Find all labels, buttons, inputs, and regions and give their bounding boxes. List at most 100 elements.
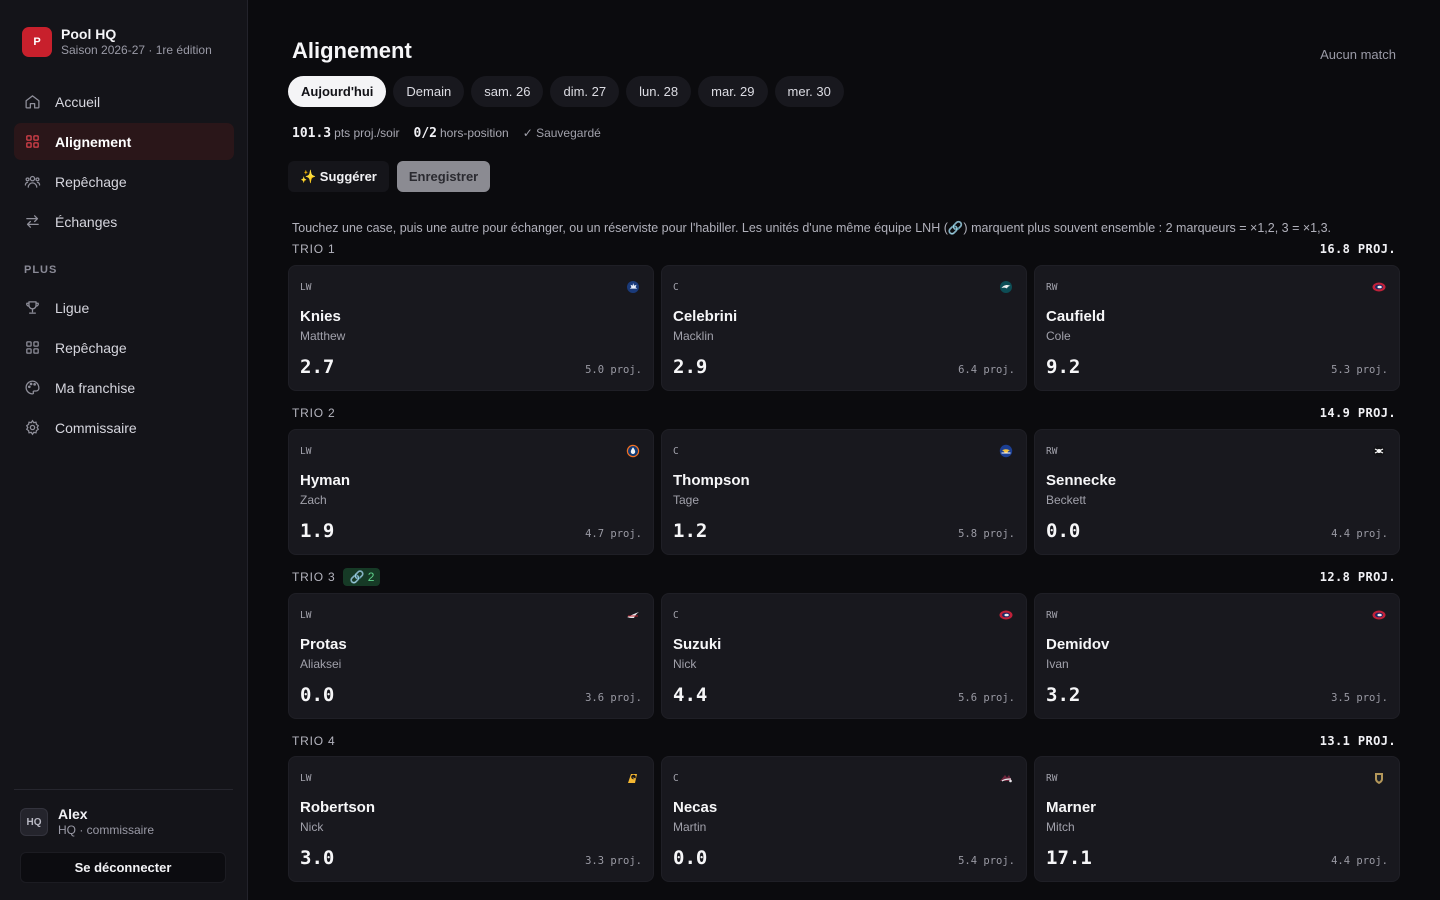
suggest-button[interactable]: ✨ Suggérer <box>288 161 389 192</box>
player-first-name: Martin <box>673 820 707 834</box>
grid-icon <box>26 341 39 354</box>
player-slot-card[interactable]: RW Demidov Ivan 3.2 3.5 proj. <box>1034 593 1400 719</box>
player-slot-card[interactable]: LW Robertson Nick 3.0 3.3 proj. <box>288 756 654 882</box>
nav-item-label: Repêchage <box>55 173 127 190</box>
player-projection: 4.4 proj. <box>1331 855 1388 867</box>
nav-item-label: Ma franchise <box>55 379 136 396</box>
player-points: 0.0 <box>300 684 335 706</box>
instructions-text: Touchez une case, puis une autre pour éc… <box>292 221 1332 235</box>
sidebar: P Pool HQ Saison 2026-27 · 1re édition A… <box>0 0 248 900</box>
tab-mer-30[interactable]: mer. 30 <box>774 76 844 107</box>
user-role: HQ · commissaire <box>58 823 155 837</box>
projected-points-value: 101.3 <box>292 126 332 141</box>
player-last-name: Celebrini <box>673 308 738 325</box>
nav-item-commissaire[interactable]: Commissaire <box>14 409 234 446</box>
player-slot-card[interactable]: C Celebrini Macklin 2.9 6.4 proj. <box>661 265 1027 391</box>
player-first-name: Aliaksei <box>300 657 342 671</box>
line-header: TRIO 3 🔗 2 12.8 PROJ. <box>292 568 1396 586</box>
sabres-logo-icon <box>999 444 1013 458</box>
nav-section-label: PLUS <box>24 264 58 276</box>
line-projection: 14.9 PROJ. <box>1319 406 1396 420</box>
tab-aujourdhui[interactable]: Aujourd'hui <box>288 76 387 107</box>
player-last-name: Necas <box>673 799 718 816</box>
nav-item-repechage[interactable]: Repêchage <box>14 163 234 200</box>
ducks-logo-icon <box>1373 445 1385 457</box>
tab-sam-26[interactable]: sam. 26 <box>471 76 544 107</box>
position-label: LW <box>300 446 312 457</box>
player-points: 3.2 <box>1046 684 1081 706</box>
trophy-icon <box>26 301 39 314</box>
nav-item-label: Commissaire <box>55 419 137 436</box>
nav-item-repechage-2[interactable]: Repêchage <box>14 329 234 366</box>
player-first-name: Zach <box>300 493 327 507</box>
off-position-value: 0/2 <box>413 126 437 141</box>
player-last-name: Hyman <box>300 472 351 489</box>
player-last-name: Knies <box>300 308 341 325</box>
player-first-name: Tage <box>673 493 700 507</box>
player-slot-card[interactable]: RW Marner Mitch 17.1 4.4 proj. <box>1034 756 1400 882</box>
tab-mar-29[interactable]: mar. 29 <box>698 76 768 107</box>
player-last-name: Robertson <box>300 799 375 816</box>
player-projection: 3.3 proj. <box>585 855 642 867</box>
player-slot-card[interactable]: RW Sennecke Beckett 0.0 4.4 proj. <box>1034 429 1400 555</box>
off-position-stat: 0/2 hors-position <box>414 126 509 141</box>
projected-points-stat: 101.3 pts proj./soir <box>292 126 400 141</box>
line-label: TRIO 3 🔗 2 <box>292 568 381 586</box>
main-nav: Accueil Alignement Repêchage Échanges <box>14 83 234 243</box>
tab-demain[interactable]: Demain <box>393 76 465 107</box>
player-first-name: Macklin <box>673 329 714 343</box>
player-last-name: Sennecke <box>1046 472 1117 489</box>
logout-button[interactable]: Se déconnecter <box>20 852 226 883</box>
position-label: C <box>673 282 679 293</box>
synergy-badge: 🔗 2 <box>343 568 381 586</box>
player-points: 2.7 <box>300 356 335 378</box>
line-header: TRIO 2 14.9 PROJ. <box>292 404 1396 422</box>
player-slot-card[interactable]: RW Caufield Cole 9.2 5.3 proj. <box>1034 265 1400 391</box>
player-points: 3.0 <box>300 847 335 869</box>
player-last-name: Marner <box>1046 799 1097 816</box>
brand-logo: P <box>22 27 52 57</box>
player-projection: 3.6 proj. <box>585 692 642 704</box>
more-nav: Ligue Repêchage Ma franchise Commissaire <box>14 289 234 449</box>
player-projection: 4.4 proj. <box>1331 528 1388 540</box>
off-position-label: hors-position <box>439 126 509 140</box>
player-slot-card[interactable]: C Thompson Tage 1.2 5.8 proj. <box>661 429 1027 555</box>
player-slot-card[interactable]: C Suzuki Nick 4.4 5.6 proj. <box>661 593 1027 719</box>
player-slot-card[interactable]: C Necas Martin 0.0 5.4 proj. <box>661 756 1027 882</box>
penguins-logo-icon <box>628 774 637 783</box>
player-slot-card[interactable]: LW Protas Aliaksei 0.0 3.6 proj. <box>288 593 654 719</box>
nav-item-label: Échanges <box>55 213 118 230</box>
line-row: LW Knies Matthew 2.7 5.0 proj. C Celebrini Mack… <box>288 265 1400 391</box>
golden-knights-logo-icon <box>1375 773 1383 784</box>
player-slot-card[interactable]: LW Hyman Zach 1.9 4.7 proj. <box>288 429 654 555</box>
position-label: C <box>673 446 679 457</box>
nav-item-accueil[interactable]: Accueil <box>14 83 234 120</box>
brand-season: Saison 2026-27 · 1re édition <box>61 43 212 57</box>
tab-lun-28[interactable]: lun. 28 <box>626 76 692 107</box>
player-slot-card[interactable]: LW Knies Matthew 2.7 5.0 proj. <box>288 265 654 391</box>
save-button[interactable]: Enregistrer <box>396 161 491 192</box>
avatar: HQ <box>20 808 48 836</box>
tab-dim-27[interactable]: dim. 27 <box>550 76 620 107</box>
nav-item-label: Ligue <box>55 299 90 316</box>
player-points: 1.2 <box>673 520 708 542</box>
grid-icon <box>26 135 39 148</box>
player-projection: 4.7 proj. <box>585 528 642 540</box>
nav-item-ligue[interactable]: Ligue <box>14 289 234 326</box>
nav-item-label: Accueil <box>55 93 101 110</box>
divider <box>14 789 233 790</box>
nav-item-ma-franchise[interactable]: Ma franchise <box>14 369 234 406</box>
nav-item-alignement[interactable]: Alignement <box>14 123 234 160</box>
player-first-name: Nick <box>673 657 697 671</box>
position-label: RW <box>1046 282 1058 293</box>
player-first-name: Cole <box>1046 329 1071 343</box>
nav-item-echanges[interactable]: Échanges <box>14 203 234 240</box>
canadiens-logo-icon <box>1372 282 1386 292</box>
position-label: C <box>673 610 679 621</box>
gear-icon <box>25 419 40 436</box>
player-points: 9.2 <box>1046 356 1081 378</box>
oilers-logo-icon <box>626 444 640 458</box>
player-projection: 6.4 proj. <box>958 364 1015 376</box>
brand[interactable]: P Pool HQ Saison 2026-27 · 1re édition <box>22 26 212 58</box>
player-first-name: Matthew <box>300 329 346 343</box>
